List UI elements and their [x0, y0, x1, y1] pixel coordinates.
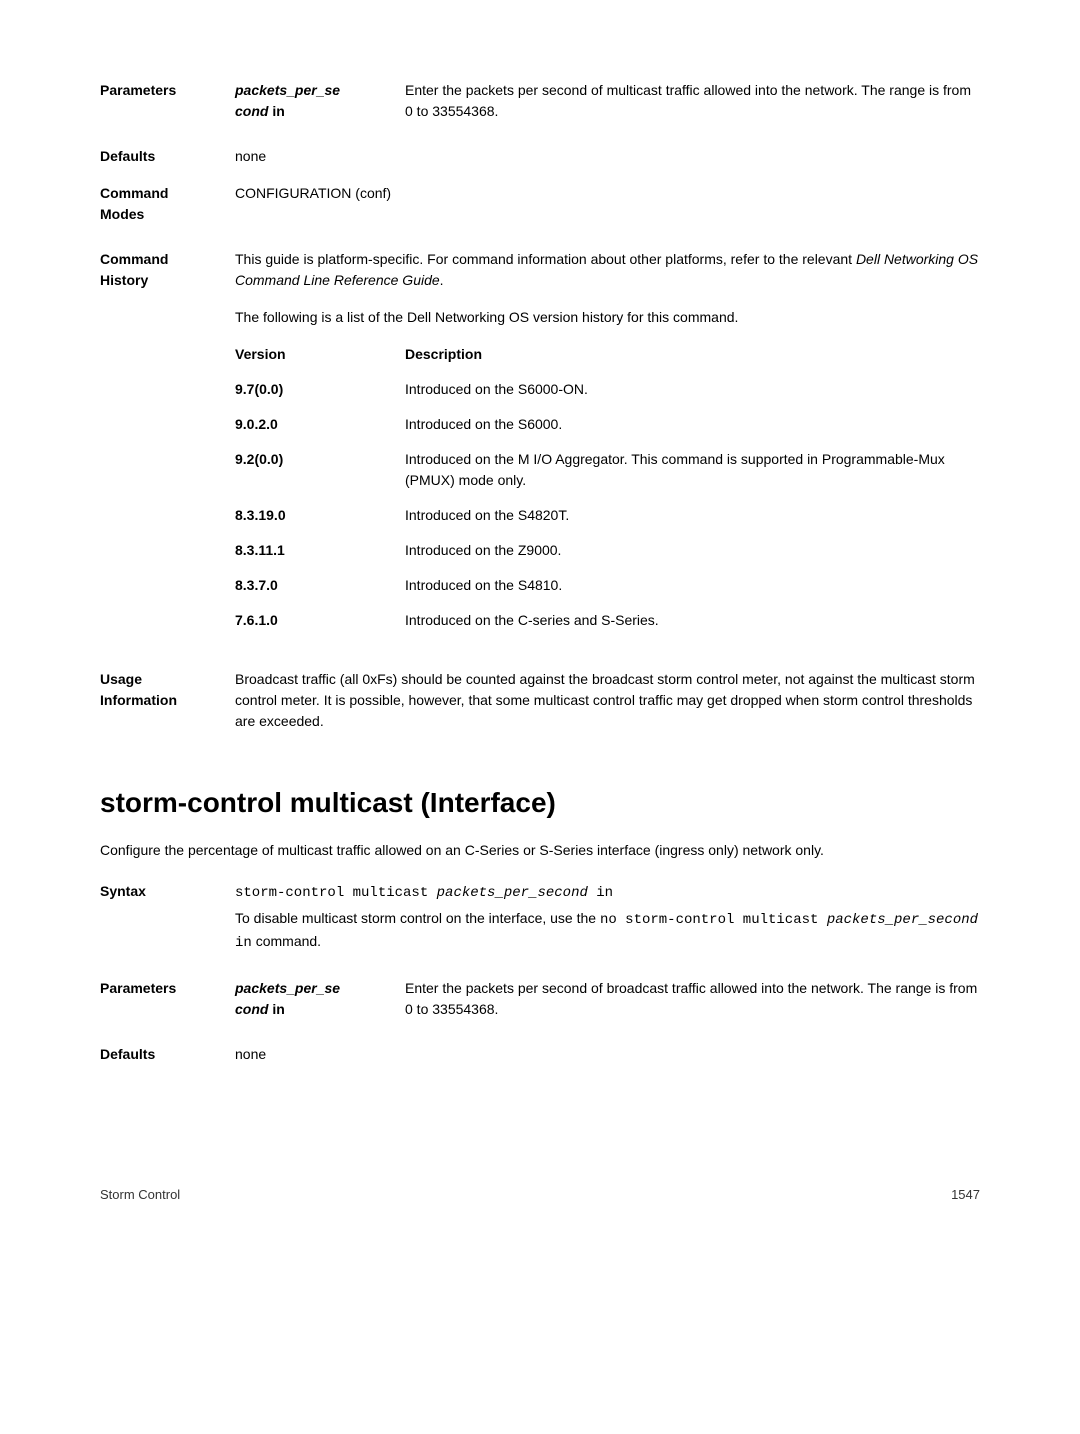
table-row: 9.2(0.0) Introduced on the M I/O Aggrega… [235, 449, 980, 491]
syntax-section: Syntax storm-control multicast packets_p… [100, 881, 980, 954]
param-desc: Enter the packets per second of multicas… [405, 80, 980, 122]
cmd-hist-label-l2: History [100, 272, 148, 288]
usage-text: Broadcast traffic (all 0xFs) should be c… [235, 669, 980, 732]
param-name-suffix: in [268, 103, 284, 119]
param-name-2-l1: packets_per_se [235, 980, 340, 996]
page-title: storm-control multicast (Interface) [100, 782, 980, 824]
defaults-section-2: Defaults none [100, 1044, 980, 1065]
parameters-label-2: Parameters [100, 978, 235, 1020]
config-intro: Configure the percentage of multicast tr… [100, 840, 980, 861]
defaults-label: Defaults [100, 146, 235, 167]
param-row: packets_per_se cond in Enter the packets… [235, 80, 980, 122]
command-history-label: Command History [100, 249, 235, 645]
cmd-hist-label-l1: Command [100, 251, 168, 267]
description-cell: Introduced on the S6000. [405, 414, 980, 435]
footer-right: 1547 [951, 1185, 980, 1205]
usage-label-l1: Usage [100, 671, 142, 687]
param-name-2: packets_per_se cond in [235, 978, 405, 1020]
description-cell: Introduced on the S4820T. [405, 505, 980, 526]
version-cell: 9.0.2.0 [235, 414, 405, 435]
footer-left: Storm Control [100, 1185, 180, 1205]
param-row-2: packets_per_se cond in Enter the packets… [235, 978, 980, 1020]
version-cell: 8.3.7.0 [235, 575, 405, 596]
description-cell: Introduced on the S4810. [405, 575, 980, 596]
parameters-section: Parameters packets_per_se cond in Enter … [100, 80, 980, 122]
table-row: 8.3.19.0 Introduced on the S4820T. [235, 505, 980, 526]
version-cell: 7.6.1.0 [235, 610, 405, 631]
syntax-cmd: storm-control multicast [235, 885, 437, 901]
syntax-l2-code1: no storm-control multicast [600, 912, 827, 928]
syntax-label: Syntax [100, 881, 235, 954]
table-row: 9.7(0.0) Introduced on the S6000-ON. [235, 379, 980, 400]
version-cell: 9.2(0.0) [235, 449, 405, 491]
table-row: 8.3.7.0 Introduced on the S4810. [235, 575, 980, 596]
description-header: Description [405, 344, 980, 365]
version-cell: 8.3.11.1 [235, 540, 405, 561]
param-name: packets_per_se cond in [235, 80, 405, 122]
description-cell: Introduced on the M I/O Aggregator. This… [405, 449, 980, 491]
command-modes-value: CONFIGURATION (conf) [235, 183, 980, 225]
table-row: 7.6.1.0 Introduced on the C-series and S… [235, 610, 980, 631]
table-header-row: Version Description [235, 344, 980, 365]
description-cell: Introduced on the S6000-ON. [405, 379, 980, 400]
syntax-l2-suffix: command. [252, 933, 321, 949]
usage-label-l2: Information [100, 692, 177, 708]
intro1-p1: This guide is platform-specific. For com… [235, 251, 856, 267]
history-intro-1: This guide is platform-specific. For com… [235, 249, 980, 291]
syntax-line2: To disable multicast storm control on th… [235, 908, 980, 954]
usage-label: Usage Information [100, 669, 235, 732]
syntax-suffix: in [588, 885, 613, 901]
command-history-content: This guide is platform-specific. For com… [235, 249, 980, 645]
version-table: Version Description 9.7(0.0) Introduced … [235, 344, 980, 631]
defaults-value: none [235, 146, 980, 167]
defaults-value-2: none [235, 1044, 980, 1065]
defaults-section: Defaults none [100, 146, 980, 167]
parameters-label: Parameters [100, 80, 235, 122]
param-name-line2: cond [235, 103, 268, 119]
syntax-line1: storm-control multicast packets_per_seco… [235, 881, 980, 904]
defaults-label-2: Defaults [100, 1044, 235, 1065]
syntax-content: storm-control multicast packets_per_seco… [235, 881, 980, 954]
param-name-line1: packets_per_se [235, 82, 340, 98]
syntax-l2-prefix: To disable multicast storm control on th… [235, 910, 600, 926]
parameters-content: packets_per_se cond in Enter the packets… [235, 80, 980, 122]
command-modes-section: Command Modes CONFIGURATION (conf) [100, 183, 980, 225]
table-row: 9.0.2.0 Introduced on the S6000. [235, 414, 980, 435]
description-cell: Introduced on the Z9000. [405, 540, 980, 561]
param-name-2-suffix: in [268, 1001, 284, 1017]
table-row: 8.3.11.1 Introduced on the Z9000. [235, 540, 980, 561]
command-history-section: Command History This guide is platform-s… [100, 249, 980, 645]
syntax-l2-code2: in [235, 935, 252, 951]
syntax-param: packets_per_second [437, 885, 588, 901]
command-modes-label: Command Modes [100, 183, 235, 225]
history-intro-2: The following is a list of the Dell Netw… [235, 307, 980, 328]
version-cell: 9.7(0.0) [235, 379, 405, 400]
syntax-l2-italic: packets_per_second [827, 912, 978, 928]
version-header: Version [235, 344, 405, 365]
param-desc-2: Enter the packets per second of broadcas… [405, 978, 980, 1020]
cmd-modes-label-l1: Command [100, 185, 168, 201]
cmd-modes-label-l2: Modes [100, 206, 144, 222]
param-name-2-l2: cond [235, 1001, 268, 1017]
version-cell: 8.3.19.0 [235, 505, 405, 526]
parameters-section-2: Parameters packets_per_se cond in Enter … [100, 978, 980, 1020]
intro1-p2: . [440, 272, 444, 288]
description-cell: Introduced on the C-series and S-Series. [405, 610, 980, 631]
parameters-content-2: packets_per_se cond in Enter the packets… [235, 978, 980, 1020]
page-footer: Storm Control 1547 [100, 1185, 980, 1205]
usage-info-section: Usage Information Broadcast traffic (all… [100, 669, 980, 732]
